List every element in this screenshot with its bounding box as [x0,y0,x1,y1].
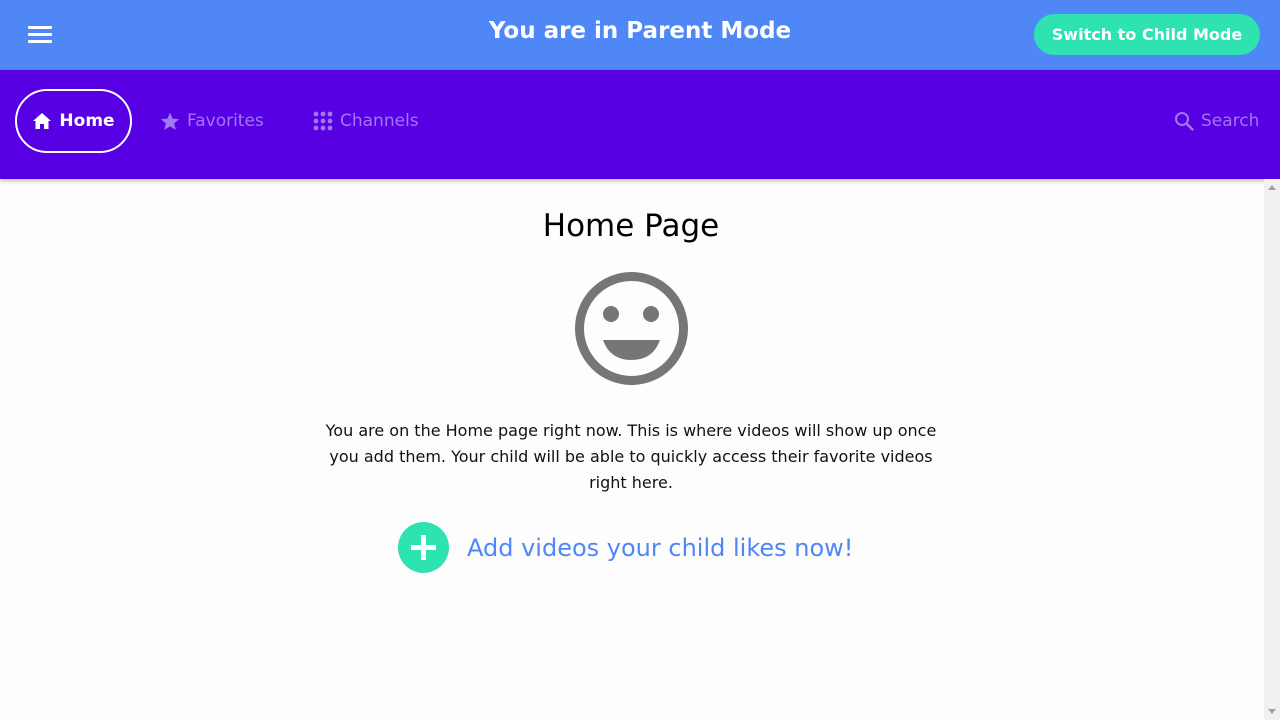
grid-icon [313,111,333,131]
smiley-face-icon [575,272,688,385]
page-title: Home Page [542,208,720,244]
nav-item-label: Favorites [187,111,264,131]
scroll-up-icon[interactable] [1268,185,1276,190]
nav-item-channels[interactable]: Channels [313,89,419,153]
plus-circle-icon[interactable] [398,522,449,573]
page-scrollbar[interactable] [1264,179,1280,720]
nav-item-label: Channels [340,111,419,131]
scroll-down-icon[interactable] [1268,709,1276,714]
nav-item-label: Home [59,111,115,131]
home-icon [33,113,52,129]
add-videos-label[interactable]: Add videos your child likes now! [467,534,853,562]
search-icon [1175,112,1194,131]
home-description: You are on the Home page right now. This… [325,421,937,492]
top-bar: You are in Parent Mode Switch to Child M… [0,0,1280,70]
search-button[interactable]: Search [1174,89,1259,153]
search-label: Search [1201,111,1260,131]
star-icon [160,112,180,130]
add-videos-link[interactable]: Add videos your child likes now! [398,522,853,573]
nav-item-favorites[interactable]: Favorites [160,89,264,153]
nav-item-home[interactable]: Home [15,89,132,153]
main-nav: Home Favorites Channels Search [0,70,1280,179]
switch-to-child-mode-button[interactable]: Switch to Child Mode [1034,14,1260,55]
